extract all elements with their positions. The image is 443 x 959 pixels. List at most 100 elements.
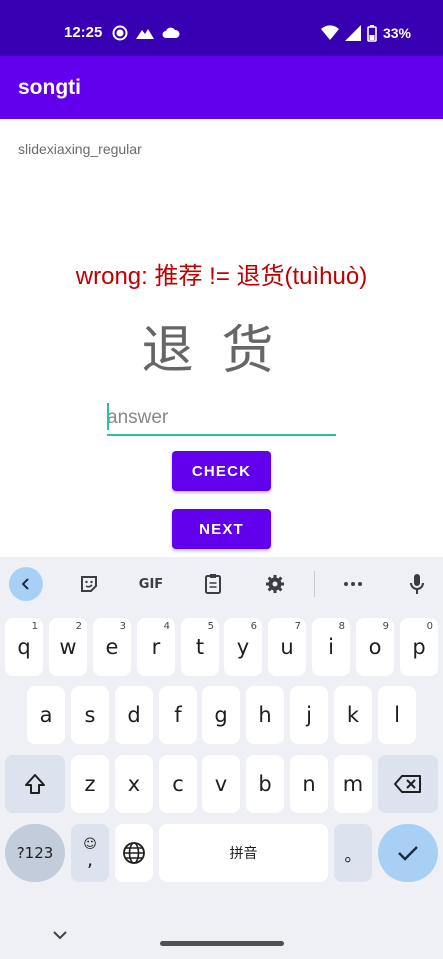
key-label: 拼音 (229, 846, 258, 862)
key-u[interactable]: u7 (268, 618, 306, 676)
symbols-key[interactable]: ?123 (5, 824, 65, 882)
key-hint: 6 (250, 621, 257, 632)
checkmark-icon (398, 846, 418, 861)
gif-label: GIF (138, 576, 164, 592)
next-button[interactable]: NEXT (172, 509, 271, 549)
key-label: j (306, 703, 312, 727)
key-q[interactable]: q1 (5, 618, 43, 676)
key-hint: 4 (163, 621, 170, 632)
key-hint: 0 (426, 621, 433, 632)
app-bar: songti (0, 56, 443, 119)
key-n[interactable]: n (290, 755, 328, 813)
backspace-key[interactable] (378, 755, 438, 813)
key-label: g (214, 703, 228, 727)
key-l[interactable]: l (378, 686, 416, 744)
cell-signal-icon (344, 25, 361, 41)
key-c[interactable]: c (159, 755, 197, 813)
shift-key[interactable] (5, 755, 65, 813)
key-label: f (174, 703, 182, 727)
key-m[interactable]: m (334, 755, 372, 813)
period-key[interactable]: 。 (334, 824, 372, 882)
key-hint: 7 (294, 621, 301, 632)
key-b[interactable]: b (246, 755, 284, 813)
key-w[interactable]: w2 (49, 618, 87, 676)
key-label: ?123 (16, 844, 54, 862)
key-j[interactable]: j (290, 686, 328, 744)
key-g[interactable]: g (202, 686, 240, 744)
key-a[interactable]: a (27, 686, 65, 744)
key-label: i (328, 635, 334, 659)
key-label: l (394, 703, 400, 727)
key-e[interactable]: e3 (93, 618, 131, 676)
character-glyph: 退货 (141, 321, 302, 381)
language-key[interactable] (115, 824, 153, 882)
check-button[interactable]: CHECK (172, 451, 271, 491)
shift-icon (25, 774, 45, 794)
space-key[interactable]: 拼音 (159, 824, 328, 882)
key-r[interactable]: r4 (137, 618, 175, 676)
battery-icon (367, 24, 377, 42)
key-hint: 5 (207, 621, 214, 632)
key-label: c (172, 772, 184, 796)
key-label: b (258, 772, 272, 796)
key-label: z (84, 772, 96, 796)
emoji-comma-key[interactable]: ☺ , (71, 824, 109, 882)
mountain-icon (136, 29, 154, 39)
key-label: s (84, 703, 96, 727)
backspace-icon (394, 775, 421, 793)
key-label: r (151, 635, 161, 659)
key-hint: 2 (75, 621, 82, 632)
keyboard-toolbar: GIF (0, 557, 443, 611)
text-cursor (107, 403, 109, 430)
key-h[interactable]: h (246, 686, 284, 744)
key-label: y (236, 635, 250, 659)
key-label: w (59, 635, 77, 659)
key-y[interactable]: y6 (224, 618, 262, 676)
key-label: e (105, 635, 119, 659)
key-hint: 3 (119, 621, 126, 632)
key-t[interactable]: t5 (181, 618, 219, 676)
status-bar: 12:25 33% (0, 0, 443, 56)
key-k[interactable]: k (334, 686, 372, 744)
key-label: a (39, 703, 53, 727)
key-label: 。 (344, 845, 362, 866)
toolbar-divider (314, 571, 315, 597)
hide-keyboard-button[interactable] (52, 925, 68, 944)
settings-icon[interactable] (260, 567, 290, 601)
key-v[interactable]: v (202, 755, 240, 813)
key-i[interactable]: i8 (312, 618, 350, 676)
microphone-icon[interactable] (402, 567, 432, 601)
key-x[interactable]: x (115, 755, 153, 813)
result-message: wrong: 推荐 != 退货(tuìhuò) (75, 263, 368, 290)
enter-key[interactable] (378, 824, 438, 882)
soft-keyboard: GIF q1 w2 e3 r4 t5 y6 u7 i8 o9 p0 a s d … (0, 557, 443, 959)
key-label: n (302, 772, 316, 796)
app-title: songti (18, 76, 81, 99)
key-z[interactable]: z (71, 755, 109, 813)
signal-app-icon (112, 25, 128, 41)
gif-icon[interactable]: GIF (134, 567, 168, 601)
key-label: d (127, 703, 141, 727)
key-s[interactable]: s (71, 686, 109, 744)
key-p[interactable]: p0 (400, 618, 438, 676)
wifi-icon (320, 25, 339, 40)
key-label: h (258, 703, 272, 727)
key-o[interactable]: o9 (356, 618, 394, 676)
key-hint: 1 (31, 621, 38, 632)
key-label: v (214, 772, 228, 796)
back-chevron-icon[interactable] (9, 567, 43, 601)
key-d[interactable]: d (115, 686, 153, 744)
key-label: q (17, 635, 31, 659)
key-label: o (368, 635, 382, 659)
chevron-down-icon (53, 931, 67, 940)
sticker-icon[interactable] (74, 567, 104, 601)
battery-percent: 33% (382, 25, 411, 41)
clipboard-icon[interactable] (198, 567, 228, 601)
key-f[interactable]: f (159, 686, 197, 744)
more-icon[interactable] (338, 567, 368, 601)
home-gesture-pill[interactable] (160, 941, 284, 946)
font-name-label: slidexiaxing_regular (18, 141, 142, 157)
key-label: t (195, 635, 205, 659)
navigation-bar (0, 913, 443, 959)
answer-input[interactable] (107, 402, 336, 436)
